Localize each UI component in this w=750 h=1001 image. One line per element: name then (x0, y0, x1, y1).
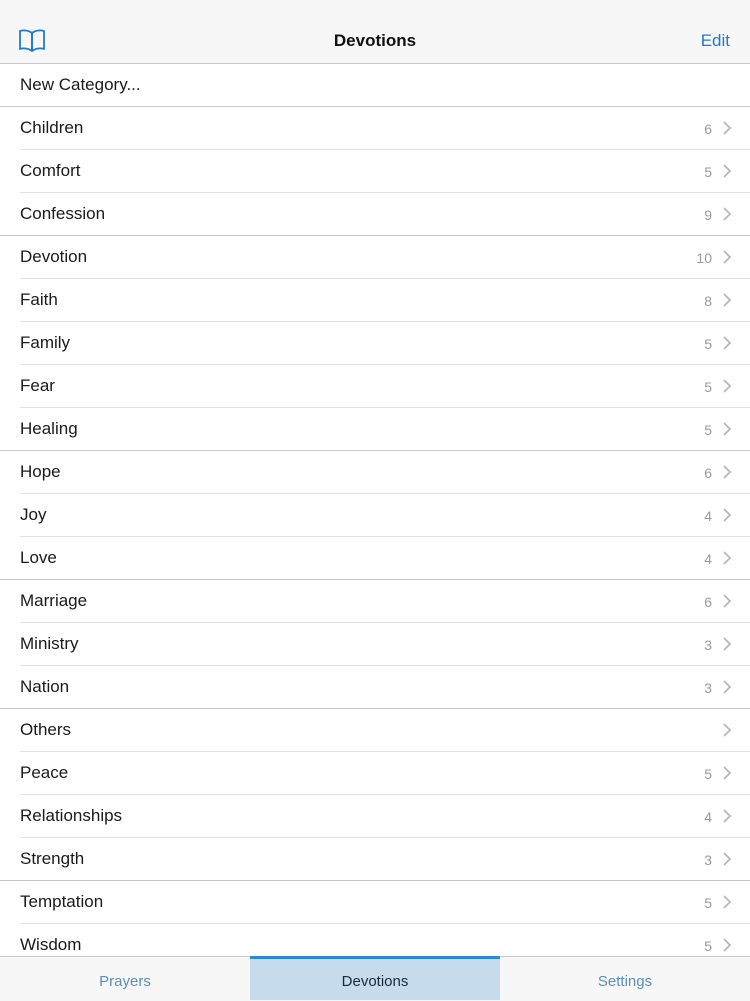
category-label: Wisdom (20, 935, 82, 954)
new-category-row[interactable]: New Category... (0, 64, 750, 107)
category-row-children[interactable]: Children 6 (0, 107, 750, 150)
category-count: 6 (704, 594, 712, 610)
chevron-right-icon (723, 895, 732, 909)
category-count: 3 (704, 637, 712, 653)
category-label: Family (20, 333, 71, 352)
category-count: 4 (704, 551, 712, 567)
category-label: Confession (20, 204, 106, 223)
chevron-right-icon (723, 809, 732, 823)
category-count: 3 (704, 680, 712, 696)
chevron-right-icon (723, 766, 732, 780)
chevron-right-icon (723, 680, 732, 694)
category-count: 4 (704, 508, 712, 524)
chevron-right-icon (723, 121, 732, 135)
category-row-comfort[interactable]: Comfort 5 (0, 150, 750, 193)
category-label: Marriage (20, 591, 88, 610)
chevron-right-icon (723, 422, 732, 436)
category-count: 6 (704, 121, 712, 137)
category-label: Healing (20, 419, 78, 438)
chevron-right-icon (723, 379, 732, 393)
tab-label: Prayers (99, 973, 151, 990)
category-row-others[interactable]: Others (0, 709, 750, 752)
category-label: Others (20, 720, 72, 739)
chevron-right-icon (723, 336, 732, 350)
category-row-peace[interactable]: Peace 5 (0, 752, 750, 795)
category-list: New Category... Children 6 Comfort 5 Confess… (0, 64, 750, 967)
category-row-healing[interactable]: Healing 5 (0, 408, 750, 451)
category-label: Hope (20, 462, 61, 481)
category-label: Peace (20, 763, 69, 782)
category-count: 5 (704, 336, 712, 352)
chevron-right-icon (723, 852, 732, 866)
category-label: Relationships (20, 806, 123, 825)
chevron-right-icon (723, 250, 732, 264)
tab-prayers[interactable]: Prayers (0, 957, 250, 1001)
chevron-right-icon (723, 293, 732, 307)
category-count: 5 (704, 164, 712, 180)
category-label: Joy (20, 505, 47, 524)
category-count: 5 (704, 422, 712, 438)
tab-devotions[interactable]: Devotions (250, 956, 500, 1000)
category-count: 5 (704, 938, 712, 954)
category-label: Love (20, 548, 57, 567)
category-row-joy[interactable]: Joy 4 (0, 494, 750, 537)
category-row-confession[interactable]: Confession 9 (0, 193, 750, 236)
category-label: Temptation (20, 892, 104, 911)
chevron-right-icon (723, 551, 732, 565)
category-row-family[interactable]: Family 5 (0, 322, 750, 365)
chevron-right-icon (723, 508, 732, 522)
page-title: Devotions (333, 31, 417, 50)
category-count: 8 (704, 293, 712, 309)
navigation-bar: Devotions Edit (0, 0, 750, 64)
category-label: Ministry (20, 634, 79, 653)
category-label: Nation (20, 677, 70, 696)
category-row-love[interactable]: Love 4 (0, 537, 750, 580)
category-row-temptation[interactable]: Temptation 5 (0, 881, 750, 924)
category-label: Strength (20, 849, 85, 868)
category-label: Fear (20, 376, 55, 395)
edit-button[interactable]: Edit (701, 31, 730, 51)
chevron-right-icon (723, 594, 732, 608)
tab-label: Settings (597, 973, 653, 990)
category-row-strength[interactable]: Strength 3 (0, 838, 750, 881)
category-row-relationships[interactable]: Relationships 4 (0, 795, 750, 838)
chevron-right-icon (723, 637, 732, 651)
chevron-right-icon (723, 723, 732, 737)
category-row-faith[interactable]: Faith 8 (0, 279, 750, 322)
category-row-devotion[interactable]: Devotion 10 (0, 236, 750, 279)
category-label: Children (20, 118, 84, 137)
tab-settings[interactable]: Settings (500, 957, 750, 1001)
new-category-label: New Category... (20, 75, 141, 94)
category-count: 3 (704, 852, 712, 868)
category-count: 9 (704, 207, 712, 223)
category-row-nation[interactable]: Nation 3 (0, 666, 750, 709)
category-row-hope[interactable]: Hope 6 (0, 451, 750, 494)
category-count: 5 (704, 895, 712, 911)
tab-bar: Prayers Devotions Settings (0, 956, 750, 1001)
category-label: Devotion (20, 247, 88, 266)
tab-label: Devotions (341, 973, 409, 990)
category-label: Faith (20, 290, 58, 309)
category-row-fear[interactable]: Fear 5 (0, 365, 750, 408)
chevron-right-icon (723, 164, 732, 178)
category-row-marriage[interactable]: Marriage 6 (0, 580, 750, 623)
category-count: 10 (696, 250, 712, 266)
category-count: 6 (704, 465, 712, 481)
category-count: 5 (704, 379, 712, 395)
category-label: Comfort (20, 161, 81, 180)
category-count: 5 (704, 766, 712, 782)
chevron-right-icon (723, 207, 732, 221)
category-count: 4 (704, 809, 712, 825)
chevron-right-icon (723, 938, 732, 952)
category-row-ministry[interactable]: Ministry 3 (0, 623, 750, 666)
chevron-right-icon (723, 465, 732, 479)
